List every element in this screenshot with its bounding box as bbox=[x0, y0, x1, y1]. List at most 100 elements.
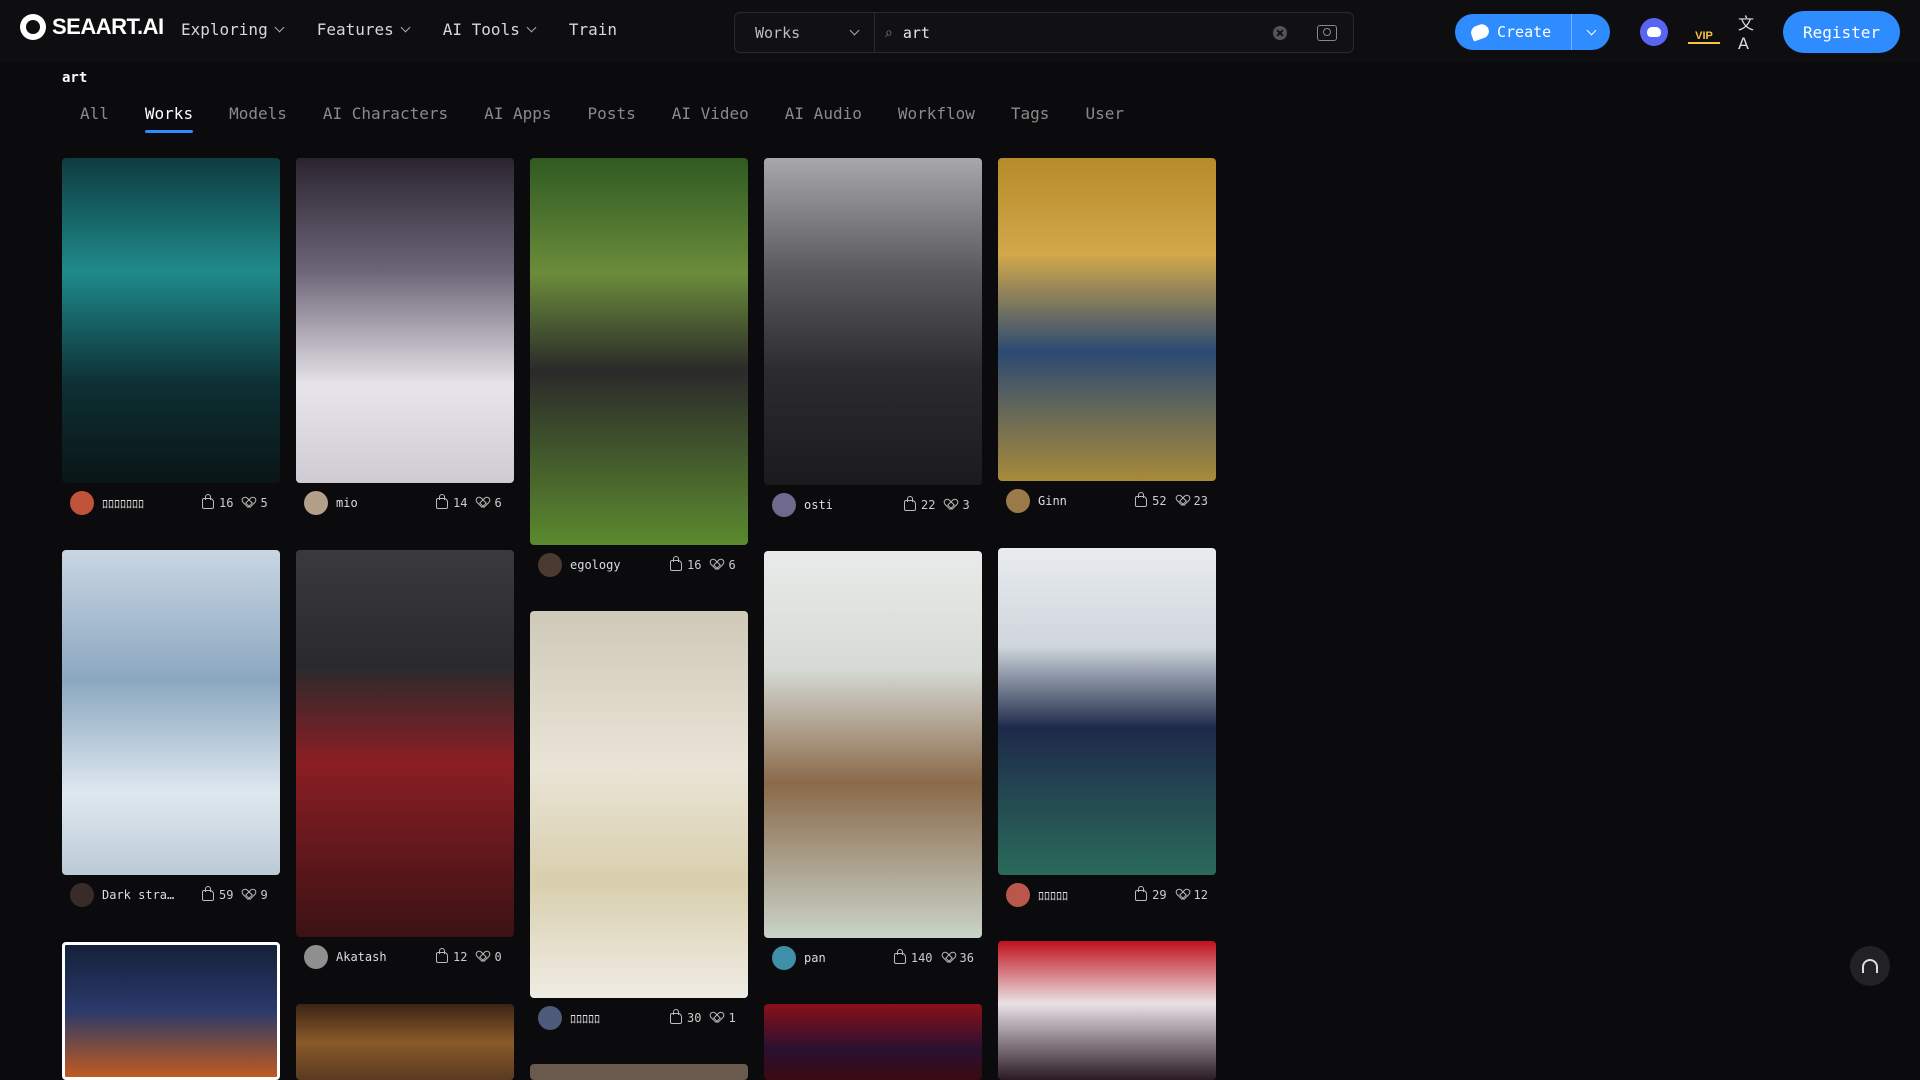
work-image[interactable] bbox=[62, 942, 280, 1080]
tab-models[interactable]: Models bbox=[229, 104, 287, 133]
work-image[interactable] bbox=[530, 1064, 748, 1080]
chevron-down-icon bbox=[274, 22, 285, 33]
nav-train[interactable]: Train bbox=[569, 20, 617, 39]
vip-cart-icon[interactable]: VIP bbox=[1688, 18, 1720, 44]
work-image[interactable] bbox=[62, 550, 280, 875]
work-card[interactable]: Ginn 52 23 bbox=[998, 158, 1216, 521]
work-image[interactable] bbox=[296, 158, 514, 483]
work-card[interactable]: Akatash 12 0 bbox=[296, 550, 514, 977]
clear-icon[interactable] bbox=[1273, 25, 1287, 40]
like-stat[interactable]: 14 bbox=[436, 493, 467, 510]
work-card[interactable] bbox=[764, 1004, 982, 1080]
search-input[interactable] bbox=[900, 22, 1245, 43]
work-card[interactable]: osti 22 3 bbox=[764, 158, 982, 525]
work-card[interactable]: mio 14 6 bbox=[296, 158, 514, 523]
tab-user[interactable]: User bbox=[1085, 104, 1124, 133]
favorite-stat[interactable]: 3 bbox=[945, 498, 969, 512]
work-card[interactable] bbox=[998, 941, 1216, 1080]
work-card[interactable] bbox=[62, 942, 280, 1080]
like-count: 16 bbox=[219, 496, 234, 510]
tab-works[interactable]: Works bbox=[144, 104, 194, 133]
like-stat[interactable]: 22 bbox=[904, 495, 935, 512]
tab-ai-characters[interactable]: AI Characters bbox=[323, 104, 448, 133]
author-name[interactable]: ﾛﾛﾛﾛﾛﾛﾛ bbox=[102, 495, 192, 512]
favorite-stat[interactable]: 12 bbox=[1177, 888, 1208, 902]
avatar[interactable] bbox=[1006, 489, 1030, 513]
favorite-stat[interactable]: 6 bbox=[477, 496, 501, 510]
tab-posts[interactable]: Posts bbox=[588, 104, 636, 133]
seaart-logo[interactable]: SEAART.AI bbox=[20, 14, 164, 40]
like-stat[interactable]: 30 bbox=[670, 1008, 701, 1025]
favorite-stat[interactable]: 1 bbox=[711, 1011, 735, 1025]
work-image[interactable] bbox=[998, 548, 1216, 875]
like-stat[interactable]: 16 bbox=[202, 493, 234, 510]
author-name[interactable]: egology bbox=[570, 558, 660, 572]
like-stat[interactable]: 16 bbox=[670, 555, 701, 572]
like-stat[interactable]: 59 bbox=[202, 885, 233, 902]
avatar[interactable] bbox=[538, 553, 562, 577]
camera-icon[interactable] bbox=[1317, 24, 1337, 41]
work-image[interactable] bbox=[62, 158, 280, 483]
work-card[interactable]: ﾛﾛﾛﾛﾛﾛﾛ 16 5 bbox=[62, 158, 280, 523]
author-name[interactable]: Dark stra… bbox=[102, 888, 192, 902]
tab-all[interactable]: All bbox=[80, 104, 109, 133]
author-name[interactable]: Ginn bbox=[1038, 494, 1125, 508]
favorite-stat[interactable]: 6 bbox=[711, 558, 735, 572]
register-button[interactable]: Register bbox=[1783, 11, 1900, 53]
favorite-stat[interactable]: 9 bbox=[243, 888, 267, 902]
discord-icon[interactable] bbox=[1640, 18, 1668, 46]
search-type-select[interactable]: Works bbox=[735, 13, 875, 52]
favorite-stat[interactable]: 23 bbox=[1177, 494, 1208, 508]
create-dropdown-button[interactable] bbox=[1571, 14, 1610, 50]
search-field: ⌕ bbox=[875, 22, 1353, 43]
work-card[interactable] bbox=[530, 1064, 748, 1080]
author-name[interactable]: Akatash bbox=[336, 950, 426, 964]
avatar[interactable] bbox=[70, 491, 94, 515]
customer-support-button[interactable] bbox=[1850, 946, 1890, 986]
author-name[interactable]: pan bbox=[804, 951, 884, 965]
avatar[interactable] bbox=[772, 946, 796, 970]
work-image[interactable] bbox=[764, 551, 982, 938]
avatar[interactable] bbox=[538, 1006, 562, 1030]
work-image[interactable] bbox=[998, 941, 1216, 1080]
like-stat[interactable]: 12 bbox=[436, 947, 467, 964]
avatar[interactable] bbox=[70, 883, 94, 907]
create-button[interactable]: Create bbox=[1455, 14, 1571, 50]
work-image[interactable] bbox=[296, 550, 514, 937]
favorite-stat[interactable]: 0 bbox=[477, 950, 501, 964]
author-name[interactable]: mio bbox=[336, 496, 426, 510]
work-card[interactable]: pan 140 36 bbox=[764, 551, 982, 978]
like-stat[interactable]: 29 bbox=[1135, 885, 1167, 902]
work-card[interactable]: Dark stra… 59 9 bbox=[62, 550, 280, 915]
work-card[interactable] bbox=[296, 1004, 514, 1080]
work-card[interactable]: ﾛﾛﾛﾛﾛ 30 1 bbox=[530, 611, 748, 1038]
favorite-stat[interactable]: 36 bbox=[943, 951, 974, 965]
author-name[interactable]: ﾛﾛﾛﾛﾛ bbox=[1038, 887, 1125, 904]
avatar[interactable] bbox=[304, 491, 328, 515]
work-card[interactable]: ﾛﾛﾛﾛﾛ 29 12 bbox=[998, 548, 1216, 915]
avatar[interactable] bbox=[772, 493, 796, 517]
translate-icon[interactable]: 文A bbox=[1738, 14, 1764, 53]
author-name[interactable]: ﾛﾛﾛﾛﾛ bbox=[570, 1010, 660, 1027]
nav-features[interactable]: Features bbox=[317, 20, 411, 39]
avatar[interactable] bbox=[304, 945, 328, 969]
nav-exploring[interactable]: Exploring bbox=[181, 20, 285, 39]
like-stat[interactable]: 52 bbox=[1135, 491, 1167, 508]
tab-ai-audio[interactable]: AI Audio bbox=[785, 104, 862, 133]
avatar[interactable] bbox=[1006, 883, 1030, 907]
nav-ai-tools[interactable]: AI Tools bbox=[443, 20, 537, 39]
work-image[interactable] bbox=[530, 611, 748, 998]
tab-ai-video[interactable]: AI Video bbox=[672, 104, 749, 133]
favorite-stat[interactable]: 5 bbox=[243, 496, 267, 510]
tab-workflow[interactable]: Workflow bbox=[898, 104, 975, 133]
work-image[interactable] bbox=[998, 158, 1216, 481]
author-name[interactable]: osti bbox=[804, 498, 894, 512]
tab-ai-apps[interactable]: AI Apps bbox=[484, 104, 551, 133]
work-image[interactable] bbox=[296, 1004, 514, 1080]
work-image[interactable] bbox=[764, 1004, 982, 1080]
tab-tags[interactable]: Tags bbox=[1011, 104, 1050, 133]
work-card[interactable]: egology 16 6 bbox=[530, 158, 748, 585]
work-image[interactable] bbox=[530, 158, 748, 545]
like-stat[interactable]: 140 bbox=[893, 948, 933, 965]
work-image[interactable] bbox=[764, 158, 982, 485]
